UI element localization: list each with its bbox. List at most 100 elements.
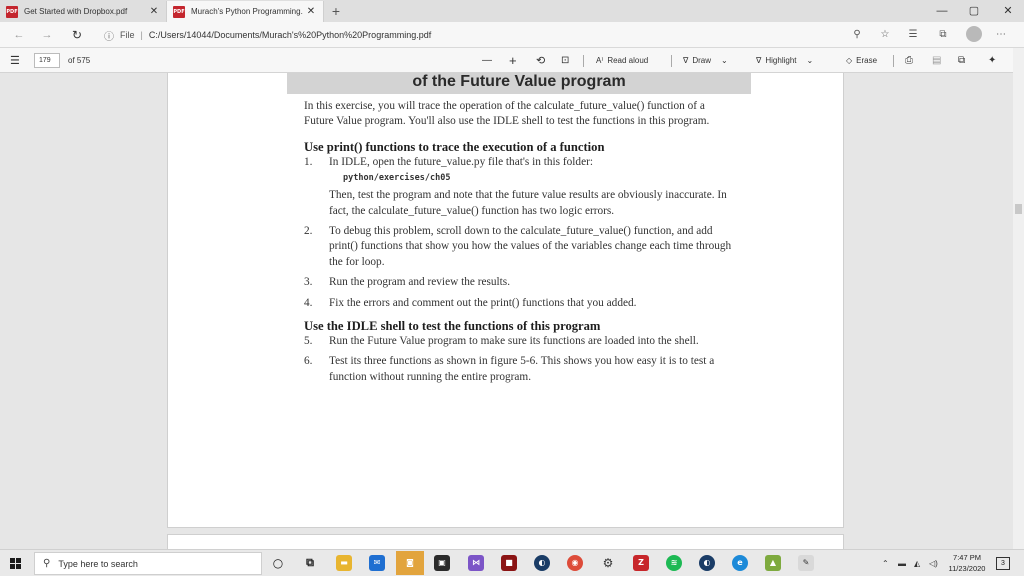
vertical-scrollbar[interactable] — [1013, 48, 1024, 549]
zoom-out-button[interactable]: — — [482, 48, 492, 73]
erase-label: Erase — [856, 56, 878, 65]
pdf-viewer[interactable]: of the Future Value program In this exer… — [0, 73, 1024, 549]
list-item: 2. To debug this problem, scroll down to… — [304, 224, 736, 270]
tab-murach-python[interactable]: PDF Murach's Python Programming. ✕ — [166, 1, 324, 22]
store-icon[interactable]: ▣ — [434, 555, 450, 571]
app-icon[interactable]: ■ — [501, 555, 517, 571]
info-icon: ⓘ — [104, 31, 114, 43]
discord-icon[interactable]: ◙ — [396, 551, 424, 575]
step-number: 1. — [304, 155, 313, 168]
taskbar-search-input[interactable]: ⚲ Type here to search — [34, 552, 262, 575]
url-field[interactable]: ⓘ File | C:/Users/14044/Documents/Murach… — [104, 25, 874, 45]
list-item: 1. In IDLE, open the future_value.py fil… — [304, 155, 736, 219]
network-icon[interactable]: ◭ — [914, 550, 920, 576]
list-item: 3. Run the program and review the result… — [304, 275, 736, 290]
list-item: 4. Fix the errors and comment out the pr… — [304, 296, 736, 311]
step-number: 3. — [304, 276, 313, 289]
close-icon[interactable]: ✕ — [305, 6, 317, 17]
step-number: 4. — [304, 296, 313, 309]
toolbar-divider — [893, 55, 894, 67]
windows-start-icon[interactable] — [10, 558, 21, 569]
draw-icon: ∇ — [683, 56, 689, 65]
save-as-icon[interactable]: ⧉ — [958, 48, 965, 73]
tab-strip: PDF Get Started with Dropbox.pdf ✕ PDF M… — [0, 0, 1024, 22]
notepad-icon[interactable]: ✎ — [798, 555, 814, 571]
spotify-icon[interactable]: ≋ — [666, 555, 682, 571]
draw-label: Draw — [692, 56, 712, 65]
browser-window: PDF Get Started with Dropbox.pdf ✕ PDF M… — [0, 0, 1024, 576]
scrollbar-thumb[interactable] — [1015, 204, 1022, 214]
code-path: python/exercises/ch05 — [343, 173, 451, 184]
edge-icon[interactable]: e — [732, 555, 748, 571]
toolbar-divider — [583, 55, 584, 67]
draw-button[interactable]: ∇ Draw ⌄ — [683, 48, 728, 73]
forward-icon[interactable]: → — [38, 26, 56, 44]
image-viewer-icon[interactable]: ▲ — [765, 555, 781, 571]
print-icon[interactable]: ⎙ — [905, 48, 913, 73]
save-icon[interactable]: ▤ — [932, 48, 941, 73]
notification-center-icon[interactable]: 3 — [996, 557, 1010, 570]
highlight-button[interactable]: ∇ Highlight ⌄ — [756, 48, 813, 73]
eraser-icon: ◇ — [846, 56, 853, 65]
profile-avatar[interactable] — [966, 26, 982, 42]
toolbar-divider — [671, 55, 672, 67]
steam-icon[interactable]: ◐ — [534, 555, 550, 571]
highlight-icon: ∇ — [756, 56, 762, 65]
refresh-icon[interactable]: ↻ — [68, 26, 86, 44]
task-view-icon[interactable]: ⧉ — [302, 555, 318, 571]
erase-button[interactable]: ◇ Erase — [846, 48, 877, 73]
steam-icon[interactable]: ◐ — [699, 555, 715, 571]
zoom-icon[interactable]: ⚲ — [848, 26, 866, 44]
step-text: Then, test the program and note that the… — [329, 189, 727, 217]
back-icon[interactable]: ← — [10, 26, 28, 44]
more-menu-icon[interactable]: ⋯ — [992, 26, 1010, 44]
highlight-label: Highlight — [765, 56, 797, 65]
step-number: 5. — [304, 335, 313, 348]
rotate-icon[interactable]: ⟲ — [536, 48, 545, 73]
read-aloud-button[interactable]: A⁾ Read aloud — [596, 48, 648, 73]
battery-icon[interactable]: ▬ — [898, 550, 906, 576]
list-item: 5. Run the Future Value program to make … — [304, 334, 736, 349]
tab-title: Get Started with Dropbox.pdf — [24, 7, 128, 16]
step-text: Test its three functions as shown in fig… — [329, 355, 715, 383]
volume-icon[interactable]: ◁) — [929, 550, 938, 576]
collections-icon[interactable]: ⧉ — [934, 26, 952, 44]
minimize-icon[interactable]: — — [926, 0, 958, 22]
page-heading: of the Future Value program — [287, 73, 751, 94]
pdf-icon: PDF — [6, 5, 18, 18]
url-text: C:/Users/14044/Documents/Murach's%20Pyth… — [148, 30, 432, 40]
close-icon[interactable]: ✕ — [148, 6, 160, 17]
page-number-input[interactable]: 179 — [34, 53, 60, 68]
tab-title: Murach's Python Programming. — [191, 7, 303, 16]
fit-page-icon[interactable]: ⊡ — [561, 48, 569, 73]
maximize-icon[interactable]: ▢ — [958, 0, 990, 22]
close-window-icon[interactable]: ✕ — [992, 0, 1024, 22]
file-explorer-icon[interactable]: ▬ — [336, 555, 352, 571]
step-text: Run the program and review the results. — [329, 276, 511, 289]
step-text: Fix the errors and comment out the print… — [329, 296, 637, 309]
step-number: 2. — [304, 225, 313, 238]
search-icon: ⚲ — [43, 558, 51, 569]
zoom-in-button[interactable]: + — [509, 48, 517, 73]
chevron-down-icon[interactable]: ⌄ — [721, 56, 728, 65]
chevron-down-icon[interactable]: ⌄ — [807, 56, 814, 65]
mail-icon[interactable]: ✉ — [369, 555, 385, 571]
taskbar-clock[interactable]: 7:47 PM 11/23/2020 — [942, 552, 992, 574]
tab-dropbox-pdf[interactable]: PDF Get Started with Dropbox.pdf ✕ — [0, 1, 166, 22]
visual-studio-icon[interactable]: ⋈ — [468, 555, 484, 571]
filezilla-icon[interactable]: Z — [633, 555, 649, 571]
read-aloud-icon: A⁾ — [596, 56, 604, 65]
url-scheme: File — [120, 30, 135, 40]
contents-icon[interactable]: ☰ — [10, 48, 20, 73]
taskbar: ⚲ Type here to search ○ ⧉ ▬ ✉ ◙ ▣ ⋈ ■ ◐ … — [0, 549, 1024, 576]
cortana-icon[interactable]: ○ — [270, 555, 286, 571]
settings-gear-icon[interactable]: ⚙ — [600, 555, 616, 571]
chrome-icon[interactable]: ◉ — [567, 555, 583, 571]
step-text: Run the Future Value program to make sur… — [329, 335, 699, 348]
favorite-star-icon[interactable]: ☆ — [876, 26, 894, 44]
pin-toolbar-icon[interactable]: ✦ — [988, 48, 996, 73]
favorites-bar-icon[interactable]: ☰ — [904, 26, 922, 44]
new-tab-button[interactable]: + — [328, 2, 344, 20]
show-hidden-icons[interactable]: ⌃ — [882, 550, 889, 576]
list-item: 6. Test its three functions as shown in … — [304, 354, 736, 385]
